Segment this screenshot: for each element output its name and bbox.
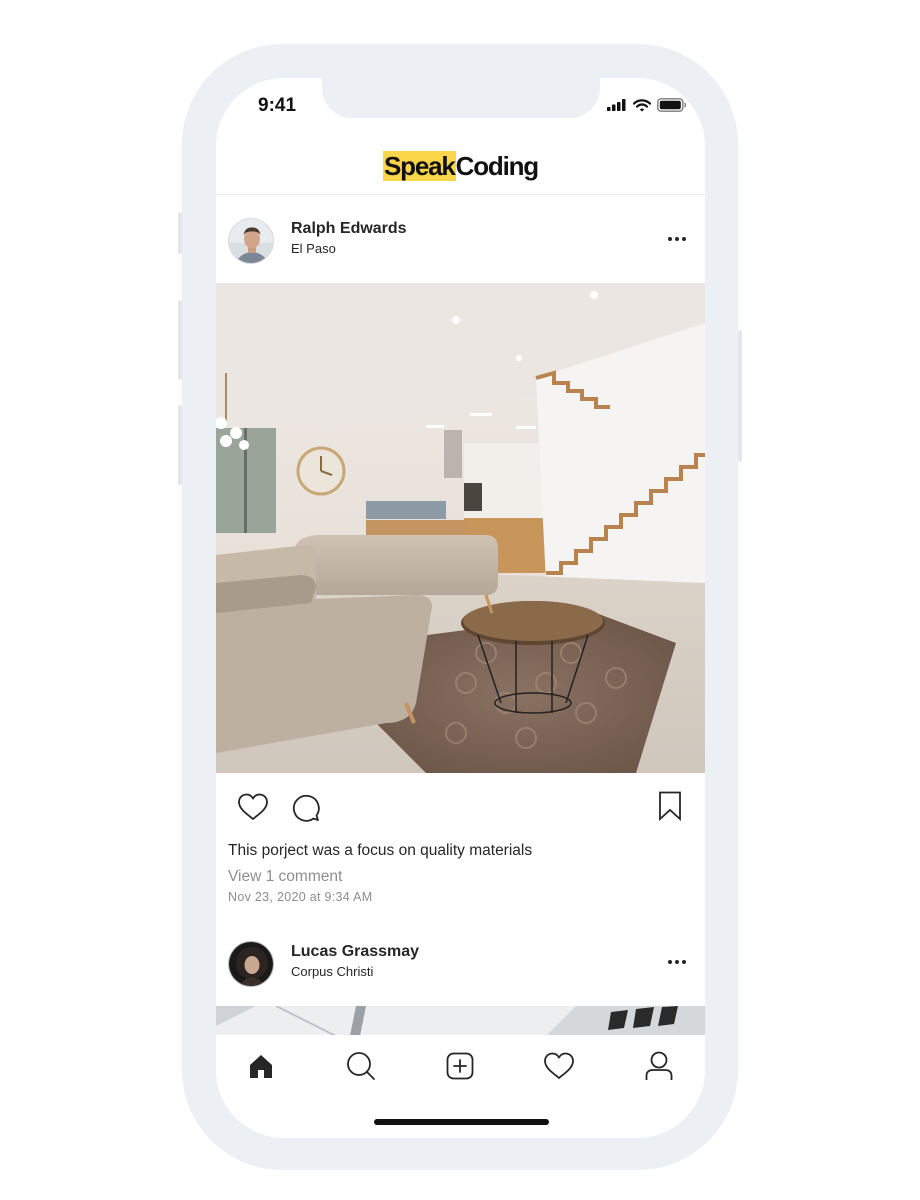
heart-icon xyxy=(544,1052,574,1079)
avatar[interactable] xyxy=(228,218,274,264)
wifi-icon xyxy=(633,98,651,112)
status-icons xyxy=(607,98,687,112)
post-header: Lucas Grassmay Corpus Christi xyxy=(216,935,705,995)
tab-activity[interactable] xyxy=(541,1049,577,1083)
post-location[interactable]: El Paso xyxy=(291,241,336,256)
tab-profile[interactable] xyxy=(641,1049,677,1083)
app-header: SpeakCoding xyxy=(216,138,705,195)
post-location[interactable]: Corpus Christi xyxy=(291,964,373,979)
app-logo: SpeakCoding xyxy=(383,150,540,182)
search-icon xyxy=(347,1052,375,1080)
post-header: Ralph Edwards El Paso xyxy=(216,212,705,272)
post-image[interactable] xyxy=(216,1006,705,1036)
battery-icon xyxy=(657,98,687,112)
phone-screen: 9:41 SpeakCoding Ralph Edwards El Paso T… xyxy=(216,78,705,1138)
home-icon xyxy=(250,1055,272,1078)
post-user-name[interactable]: Lucas Grassmay xyxy=(291,943,419,961)
post-image[interactable] xyxy=(216,283,705,773)
post-date: Nov 23, 2020 at 9:34 AM xyxy=(228,890,373,904)
side-button-volume-up xyxy=(178,300,182,380)
logo-highlight: Speak xyxy=(383,150,456,181)
tab-add-post[interactable] xyxy=(442,1049,478,1083)
tab-home[interactable] xyxy=(243,1049,279,1083)
avatar[interactable] xyxy=(228,941,274,987)
home-indicator xyxy=(374,1119,549,1125)
more-horizontal-icon[interactable] xyxy=(667,233,687,245)
cellular-signal-icon xyxy=(607,99,626,111)
post-user-name[interactable]: Ralph Edwards xyxy=(291,220,407,238)
view-comments-link[interactable]: View 1 comment xyxy=(228,868,342,886)
profile-icon xyxy=(645,1051,673,1080)
notch xyxy=(322,78,600,118)
side-button-mute xyxy=(178,212,182,254)
add-post-icon xyxy=(446,1052,474,1080)
more-horizontal-icon[interactable] xyxy=(667,956,687,968)
heart-icon[interactable] xyxy=(237,793,269,821)
status-time: 9:41 xyxy=(258,95,297,116)
bookmark-icon[interactable] xyxy=(658,791,682,821)
comment-icon[interactable] xyxy=(290,792,320,822)
tab-bar xyxy=(216,1035,705,1138)
post-caption: This porject was a focus on quality mate… xyxy=(228,842,533,859)
logo-rest: Coding xyxy=(455,150,540,181)
side-button-power xyxy=(738,330,742,462)
tab-search[interactable] xyxy=(343,1049,379,1083)
side-button-volume-down xyxy=(178,405,182,485)
